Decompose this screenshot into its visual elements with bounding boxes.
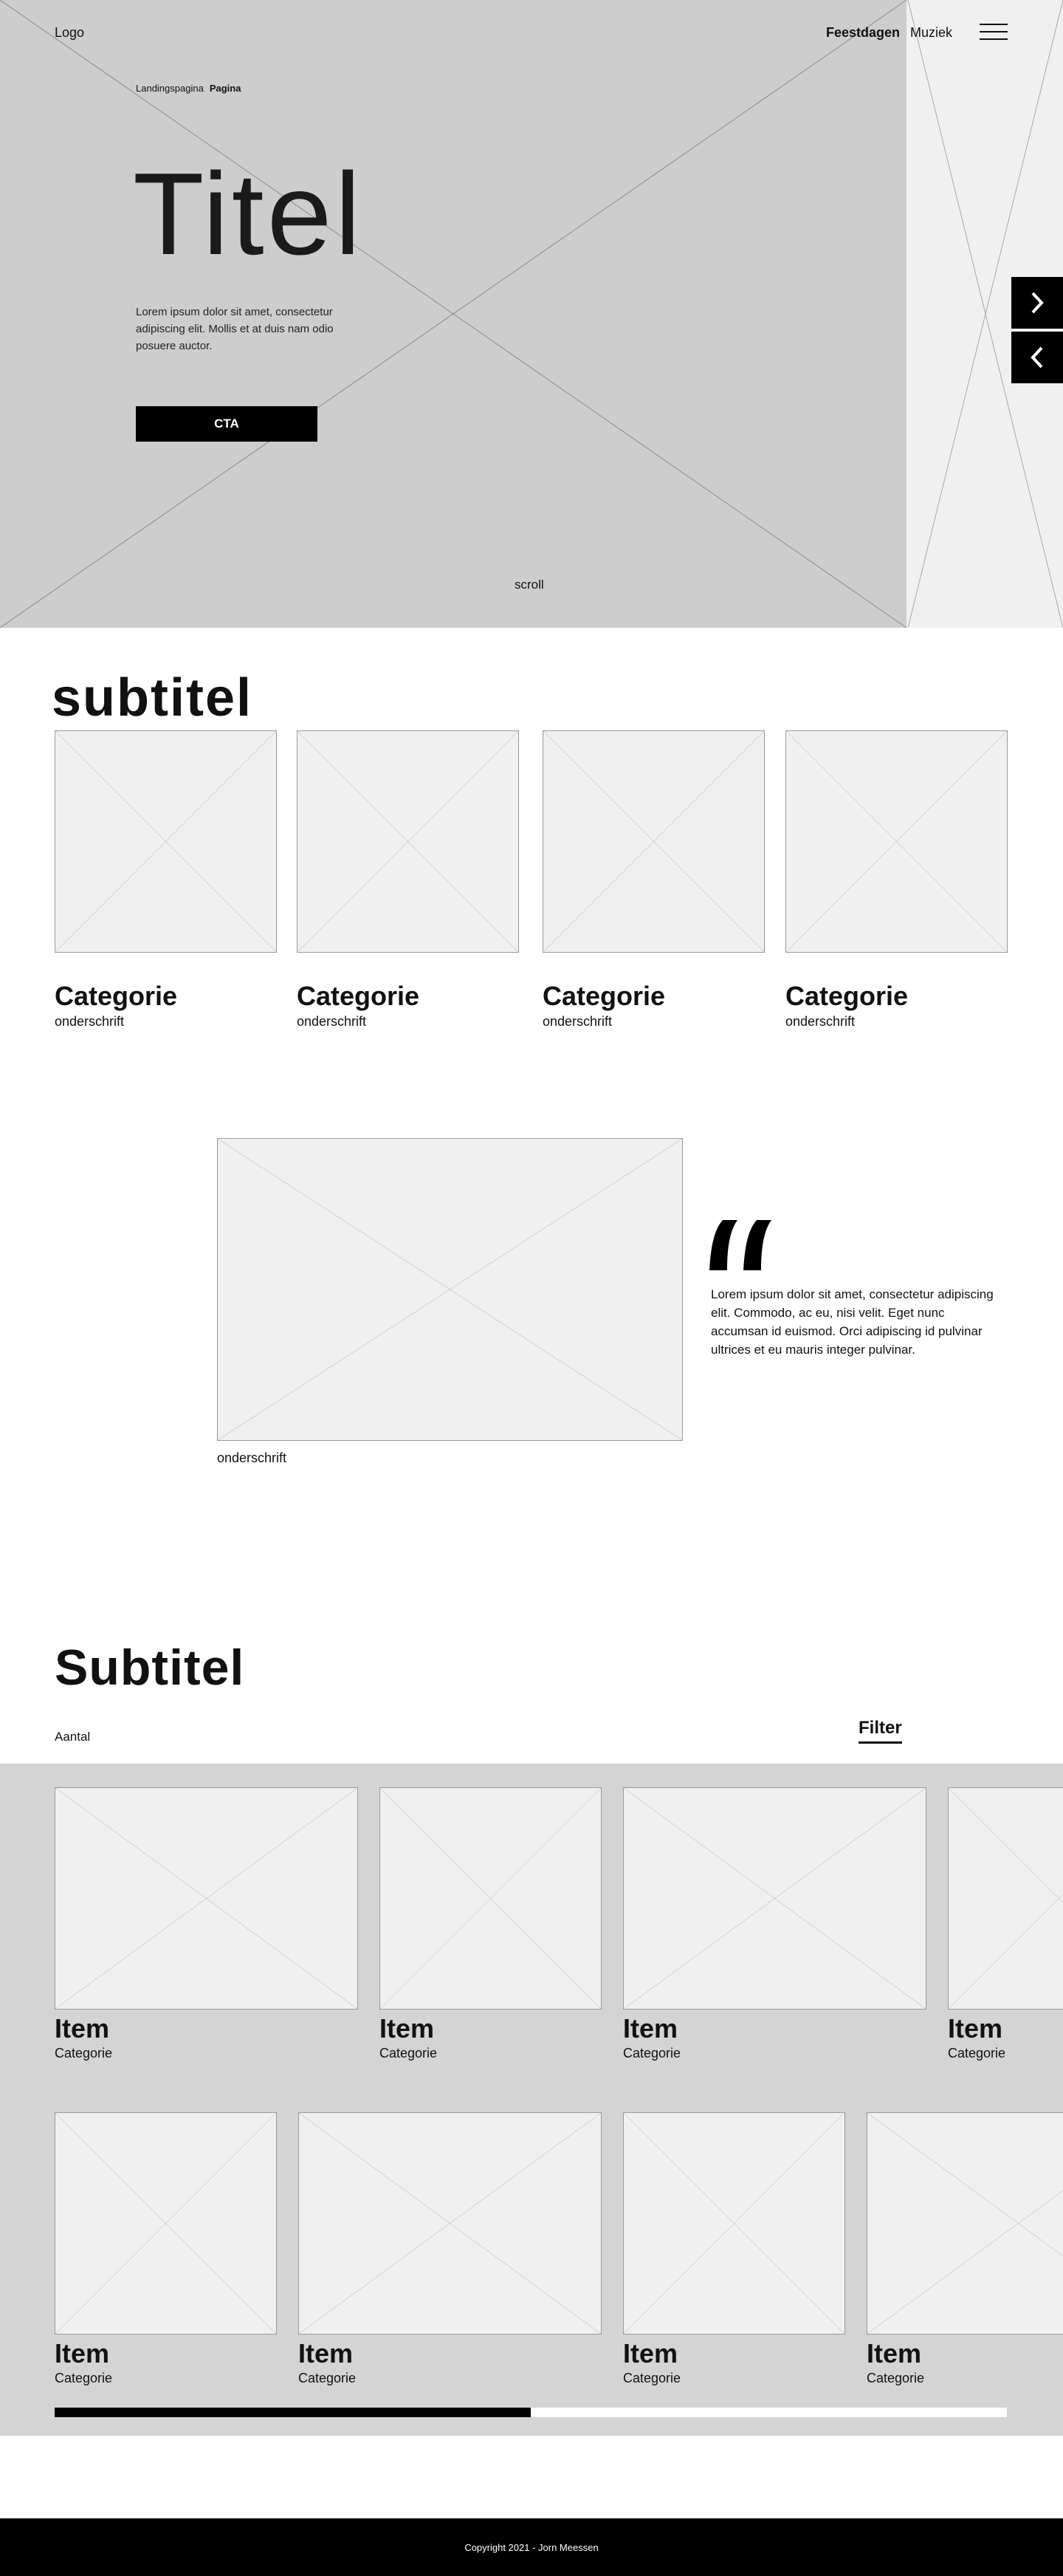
category-image[interactable] <box>297 730 519 953</box>
item-category: Categorie <box>948 2046 1006 2061</box>
item-card[interactable]: Item Categorie <box>298 2338 356 2387</box>
filter-button[interactable]: Filter <box>859 1718 902 1744</box>
category-caption: onderschrift <box>785 1014 856 1029</box>
category-title: Categorie <box>543 981 666 1011</box>
item-image[interactable] <box>379 1787 602 2010</box>
item-card[interactable]: Item Categorie <box>948 2013 1005 2062</box>
item-category: Categorie <box>623 2371 681 2385</box>
item-count: Aantal <box>55 1730 91 1744</box>
carousel-scrollbar[interactable] <box>55 2408 1007 2417</box>
item-image[interactable] <box>55 1787 358 2010</box>
logo[interactable]: Logo <box>55 25 84 41</box>
breadcrumb-item-current: Pagina <box>209 83 241 94</box>
slider-next-button[interactable] <box>1011 277 1063 329</box>
quote-image <box>217 1138 683 1441</box>
item-card[interactable]: Item Categorie <box>623 2013 681 2062</box>
category-card[interactable]: Categorie onderschrift <box>785 980 908 1030</box>
item-title: Item <box>867 2338 922 2368</box>
quote-text: Lorem ipsum dolor sit amet, consectetur … <box>711 1287 994 1357</box>
page-title: Titel <box>133 149 364 279</box>
category-card[interactable]: Categorie onderschrift <box>543 980 665 1030</box>
section-subtitle: subtitel <box>52 668 253 727</box>
item-card[interactable]: Item Categorie <box>55 2338 112 2387</box>
category-title: Categorie <box>297 981 420 1011</box>
item-title: Item <box>623 2013 678 2044</box>
item-category: Categorie <box>55 2046 113 2061</box>
category-image[interactable] <box>785 730 1008 953</box>
cta-button[interactable]: CTA <box>136 406 317 442</box>
item-image[interactable] <box>867 2112 1063 2334</box>
chevron-left-icon <box>1031 346 1043 369</box>
item-title: Item <box>298 2338 354 2368</box>
quote-icon <box>709 1220 771 1270</box>
category-card[interactable]: Categorie onderschrift <box>55 980 177 1030</box>
chevron-right-icon <box>1031 292 1044 314</box>
item-image[interactable] <box>55 2112 277 2334</box>
item-image[interactable] <box>623 2112 845 2334</box>
item-card[interactable]: Item Categorie <box>379 2013 437 2062</box>
item-image[interactable] <box>298 2112 602 2334</box>
category-image[interactable] <box>543 730 765 953</box>
quote-image-caption: onderschrift <box>217 1450 287 1465</box>
item-card[interactable]: Item Categorie <box>623 2338 681 2387</box>
item-category: Categorie <box>55 2371 113 2385</box>
category-card[interactable]: Categorie onderschrift <box>297 980 419 1030</box>
item-title: Item <box>623 2338 678 2368</box>
hamburger-menu-icon[interactable] <box>980 24 1008 40</box>
item-title: Item <box>55 2013 110 2044</box>
item-card[interactable]: Item Categorie <box>55 2013 112 2062</box>
hero-description: Lorem ipsum dolor sit amet, consectetur … <box>136 306 334 352</box>
item-title: Item <box>55 2338 110 2368</box>
item-title: Item <box>948 2013 1003 2044</box>
breadcrumb: Landingspagina Pagina <box>136 83 241 94</box>
nav-link-feestdagen[interactable]: Feestdagen <box>826 25 900 41</box>
item-category: Categorie <box>623 2046 681 2061</box>
item-card[interactable]: Item Categorie <box>867 2338 924 2387</box>
items-carousel[interactable]: Item Categorie Item Categorie Item Categ… <box>0 1764 1063 2436</box>
nav-link-muziek[interactable]: Muziek <box>910 25 952 41</box>
category-caption: onderschrift <box>55 1014 125 1029</box>
slider-prev-button[interactable] <box>1011 332 1063 383</box>
footer: Copyright 2021 - Jorn Meessen <box>0 2518 1063 2576</box>
item-category: Categorie <box>298 2371 357 2385</box>
copyright-text: Copyright 2021 - Jorn Meessen <box>464 2541 599 2553</box>
item-image[interactable] <box>623 1787 926 2010</box>
carousel-scrollbar-thumb[interactable] <box>55 2408 531 2417</box>
category-title: Categorie <box>55 981 178 1011</box>
category-title: Categorie <box>785 981 909 1011</box>
item-category: Categorie <box>867 2371 925 2385</box>
category-image[interactable] <box>55 730 277 953</box>
items-subtitle: Subtitel <box>55 1640 245 1696</box>
scroll-indicator[interactable]: scroll <box>515 578 544 592</box>
item-image[interactable] <box>948 1787 1063 2010</box>
item-category: Categorie <box>379 2046 438 2061</box>
category-caption: onderschrift <box>543 1014 613 1029</box>
category-caption: onderschrift <box>297 1014 367 1029</box>
item-title: Item <box>379 2013 435 2044</box>
breadcrumb-item-landingspagina[interactable]: Landingspagina <box>136 83 204 94</box>
